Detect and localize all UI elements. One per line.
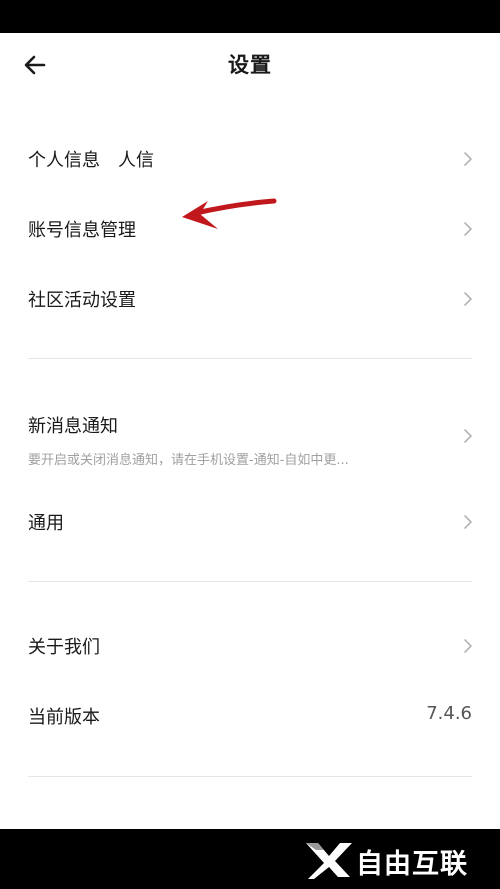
row-current-version-label: 当前版本 (28, 707, 100, 728)
row-personal-info[interactable]: 个人信息 人信 (0, 123, 500, 193)
row-current-version: 当前版本 7.4.6 (0, 680, 500, 750)
chevron-right-icon (462, 221, 474, 237)
row-about-us-label: 关于我们 (28, 637, 100, 658)
row-new-message-notifications[interactable]: 新消息通知 要开启或关闭消息通知，请在手机设置-通知-自如中更... (0, 398, 500, 478)
row-community-settings[interactable]: 社区活动设置 (0, 263, 500, 333)
row-about-us[interactable]: 关于我们 (0, 610, 500, 680)
section-divider (28, 581, 472, 582)
chevron-right-icon (462, 514, 474, 530)
section-divider (28, 358, 472, 359)
row-personal-info-overlap-text: 人信 (118, 150, 154, 171)
chevron-right-icon (462, 291, 474, 307)
row-notifications-label: 新消息通知 (28, 416, 118, 437)
status-bar (0, 0, 500, 33)
row-personal-info-label: 个人信息 (28, 150, 100, 171)
section-divider (28, 776, 472, 777)
top-bar: 设置 (0, 33, 500, 97)
row-notifications-description: 要开启或关闭消息通知，请在手机设置-通知-自如中更... (28, 453, 349, 468)
chevron-right-icon (462, 151, 474, 167)
row-account-info-label: 账号信息管理 (28, 220, 136, 241)
row-account-info[interactable]: 账号信息管理 (0, 193, 500, 263)
watermark-text: 自由互联 (356, 849, 468, 880)
watermark-bar: 自由互联 (0, 829, 500, 889)
chevron-right-icon (462, 638, 474, 654)
row-general-label: 通用 (28, 513, 64, 534)
chevron-right-icon (462, 428, 474, 444)
row-general[interactable]: 通用 (0, 486, 500, 556)
version-value: 7.4.6 (426, 703, 472, 724)
row-community-settings-label: 社区活动设置 (28, 290, 136, 311)
watermark-logo-icon (306, 843, 352, 879)
settings-screen: 设置 个人信息 人信 账号信息管理 社区活动设置 新消息通知 要开启或关闭消息通… (0, 33, 500, 829)
page-title: 设置 (228, 53, 272, 77)
